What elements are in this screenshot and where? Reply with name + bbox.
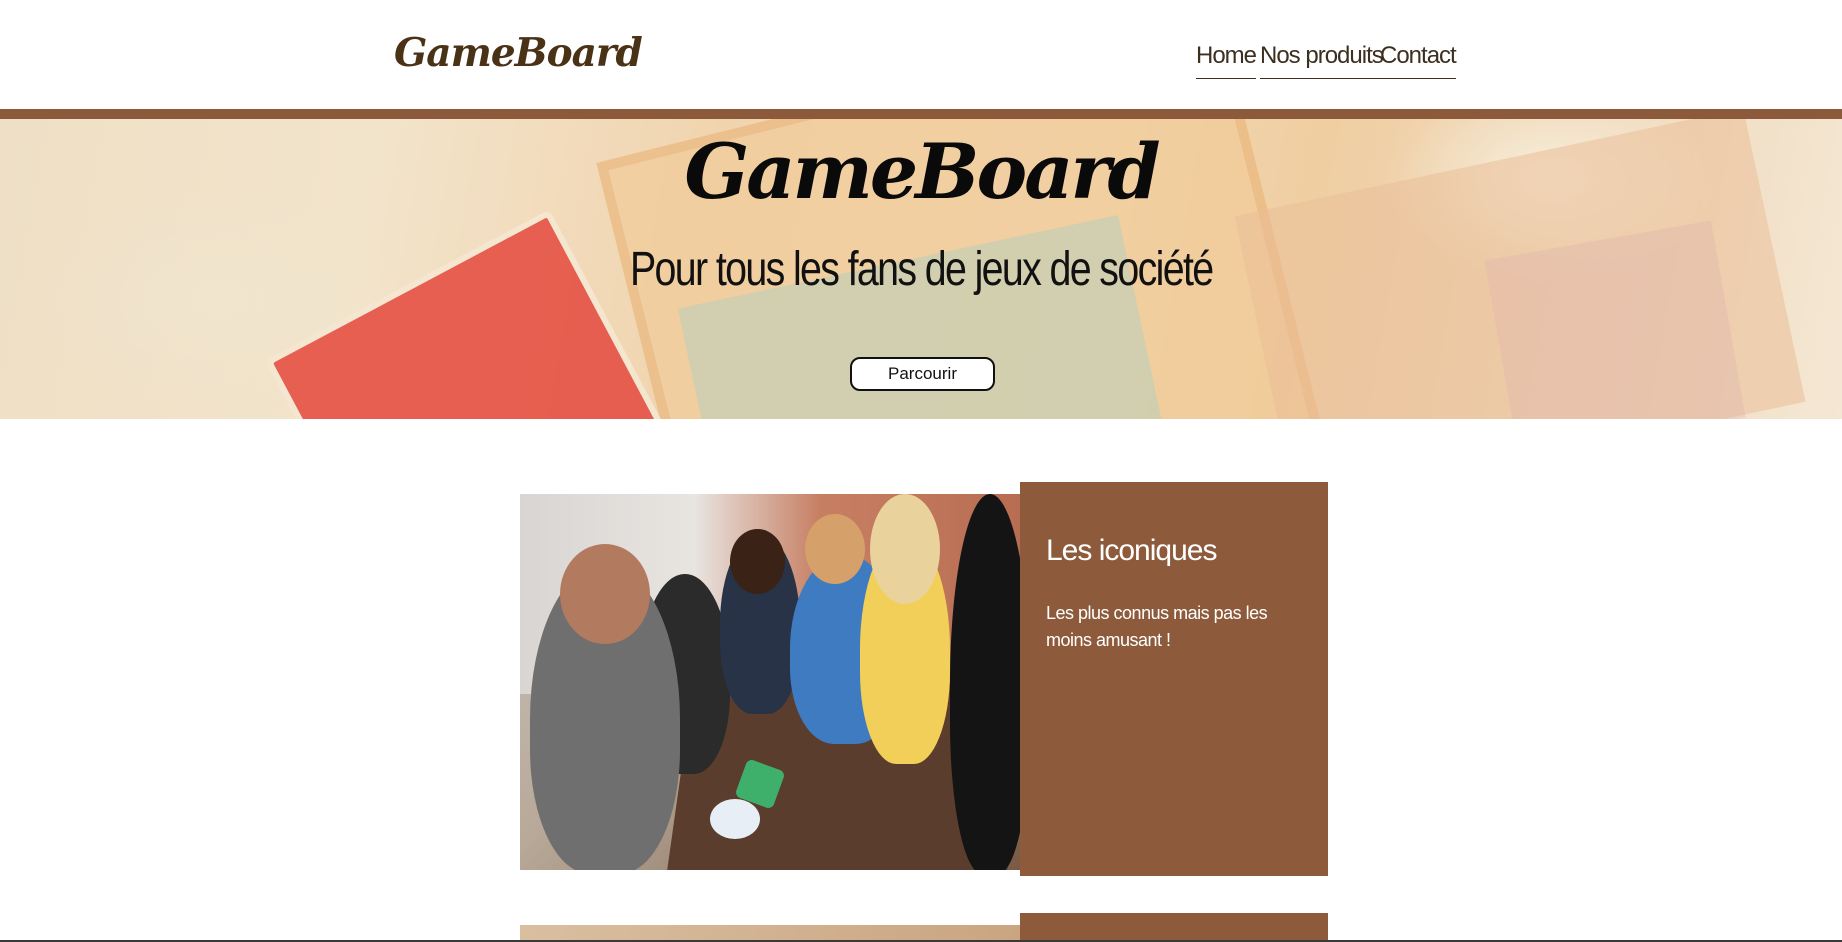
image-bowl	[710, 799, 760, 839]
image-person	[560, 544, 650, 644]
nav-products-link[interactable]: Nos produits	[1260, 42, 1384, 79]
site-header: GameBoard Home Nos produits Contact	[0, 0, 1842, 109]
hero-title: GameBoard	[684, 127, 1160, 216]
image-person	[870, 494, 940, 604]
product-title: Les iconiques	[1046, 534, 1217, 567]
product-info-panel[interactable]: Les iconiques Les plus connus mais pas l…	[1020, 482, 1328, 876]
nav-home-link[interactable]: Home	[1196, 42, 1257, 79]
product-image	[520, 494, 1020, 870]
next-product-panel[interactable]	[1020, 913, 1328, 942]
image-person	[805, 514, 865, 584]
browse-button[interactable]: Parcourir	[850, 357, 995, 391]
image-person	[730, 529, 785, 594]
hero-subtitle: Pour tous les fans de jeux de société	[0, 242, 1842, 297]
header-accent-bar	[0, 109, 1842, 119]
hero-banner: GameBoard Pour tous les fans de jeux de …	[0, 119, 1842, 419]
image-person	[950, 494, 1020, 870]
site-logo[interactable]: GameBoard	[394, 30, 643, 76]
product-description: Les plus connus mais pas les moins amusa…	[1046, 603, 1268, 650]
nav-contact-link[interactable]: Contact	[1380, 42, 1457, 79]
hero-subtitle-text: Pour tous les fans de jeux de société	[629, 243, 1214, 296]
